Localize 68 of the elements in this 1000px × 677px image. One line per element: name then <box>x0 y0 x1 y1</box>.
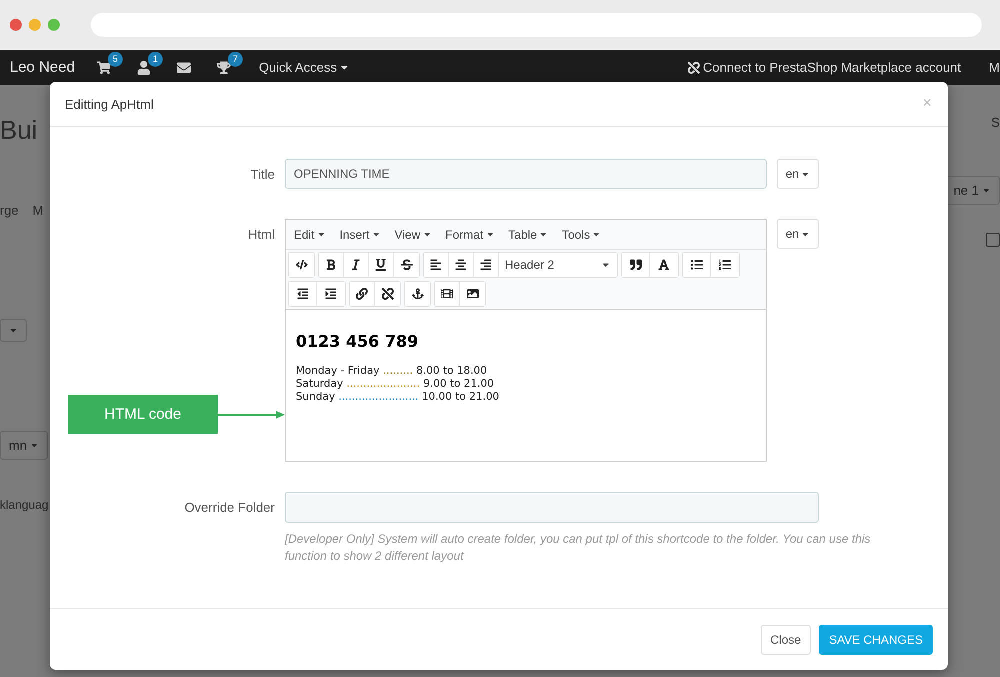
bullet-list-icon <box>690 259 702 271</box>
bold-icon <box>325 259 337 271</box>
quote-icon <box>630 259 642 271</box>
film-icon <box>441 288 453 300</box>
count-badge: 7 <box>228 52 244 66</box>
bold-button[interactable] <box>319 253 344 277</box>
align-right-icon <box>480 259 492 271</box>
editor-menu[interactable]: Table <box>508 228 548 242</box>
rich-text-editor[interactable]: Edit Insert View Format Table Tools Header 2 0123 456 789 Monday - Friday ......... 8.00 to 18.00 Saturday ...................... 9.00 to 21.00 Sunday ........................ 10.00 to 21.00 <box>285 219 767 462</box>
align-left-button[interactable] <box>424 253 449 277</box>
broken-link-icon <box>688 62 700 74</box>
trophy-icon[interactable] <box>217 60 232 74</box>
field-label: Override Folder <box>184 499 275 515</box>
hours-line: Sunday ........................ 10.00 to 21.00 <box>296 391 500 404</box>
underline-icon <box>375 259 387 271</box>
dropdown-button[interactable]: mn <box>0 430 48 460</box>
editor-menu[interactable]: Format <box>446 228 495 242</box>
help-text: [Developer Only] System will auto create folder, you can put tpl of this shortcode to the folder. You can use this function to show 2 different layout <box>285 531 872 565</box>
language-button[interactable]: en <box>777 159 819 189</box>
field-label: Html <box>248 226 275 242</box>
align-left-icon <box>430 259 442 271</box>
editor-menu[interactable]: Edit <box>294 228 326 242</box>
font-color-icon <box>658 259 670 271</box>
image-icon <box>466 288 478 300</box>
indent-icon <box>325 288 337 300</box>
quick-access-menu[interactable]: Quick Access <box>259 60 350 75</box>
table-cell: klanguag <box>0 498 49 512</box>
count-badge: 5 <box>108 52 124 66</box>
modal-title: Editting ApHtml <box>65 96 154 112</box>
editor-menu[interactable]: View <box>394 228 432 242</box>
film-button[interactable] <box>435 282 460 306</box>
brand-name[interactable]: Leo Need <box>10 59 76 76</box>
user-icon[interactable] <box>137 60 152 74</box>
strikethrough-icon <box>400 259 412 271</box>
code-icon <box>296 259 308 271</box>
page-title: Bui <box>0 114 38 146</box>
align-center-icon <box>455 259 467 271</box>
count-badge: 1 <box>148 52 164 66</box>
folder-input[interactable] <box>285 492 819 523</box>
title-input[interactable]: OPENNING TIME <box>285 159 767 189</box>
minimize-dot-icon[interactable] <box>29 19 41 31</box>
maximize-dot-icon[interactable] <box>48 19 60 31</box>
link-icon <box>356 288 368 300</box>
checkbox[interactable] <box>986 233 1000 247</box>
close-dot-icon[interactable] <box>10 19 22 31</box>
mail-icon[interactable] <box>177 60 192 74</box>
unlink-icon <box>382 288 394 300</box>
language-button[interactable]: en <box>777 219 819 249</box>
content-heading: 0123 456 789 <box>296 332 420 351</box>
bullet-list-button[interactable] <box>683 253 711 277</box>
quote-button[interactable] <box>622 253 650 277</box>
cart-icon[interactable] <box>97 60 112 74</box>
link-button[interactable] <box>350 282 375 306</box>
editor-menu[interactable]: Insert <box>340 228 381 242</box>
menu-item[interactable]: M <box>989 60 1000 75</box>
hours-line: Saturday ...................... 9.00 to 21.00 <box>296 378 496 391</box>
numbered-list-icon <box>719 259 731 271</box>
editor-menu[interactable]: Tools <box>562 228 602 242</box>
field-label: Title <box>250 166 275 182</box>
outdent-icon <box>296 288 308 300</box>
annotation-label: HTML code <box>68 395 218 434</box>
marketplace-link[interactable]: Connect to PrestaShop Marketplace account <box>688 60 962 75</box>
pointer-arrow <box>218 410 285 420</box>
italic-icon <box>350 259 362 271</box>
hours-line: Monday - Friday ......... 8.00 to 18.00 <box>296 365 488 378</box>
close-button[interactable]: Close <box>760 624 812 654</box>
anchor-icon <box>412 288 424 300</box>
outdent-button[interactable] <box>289 282 317 306</box>
